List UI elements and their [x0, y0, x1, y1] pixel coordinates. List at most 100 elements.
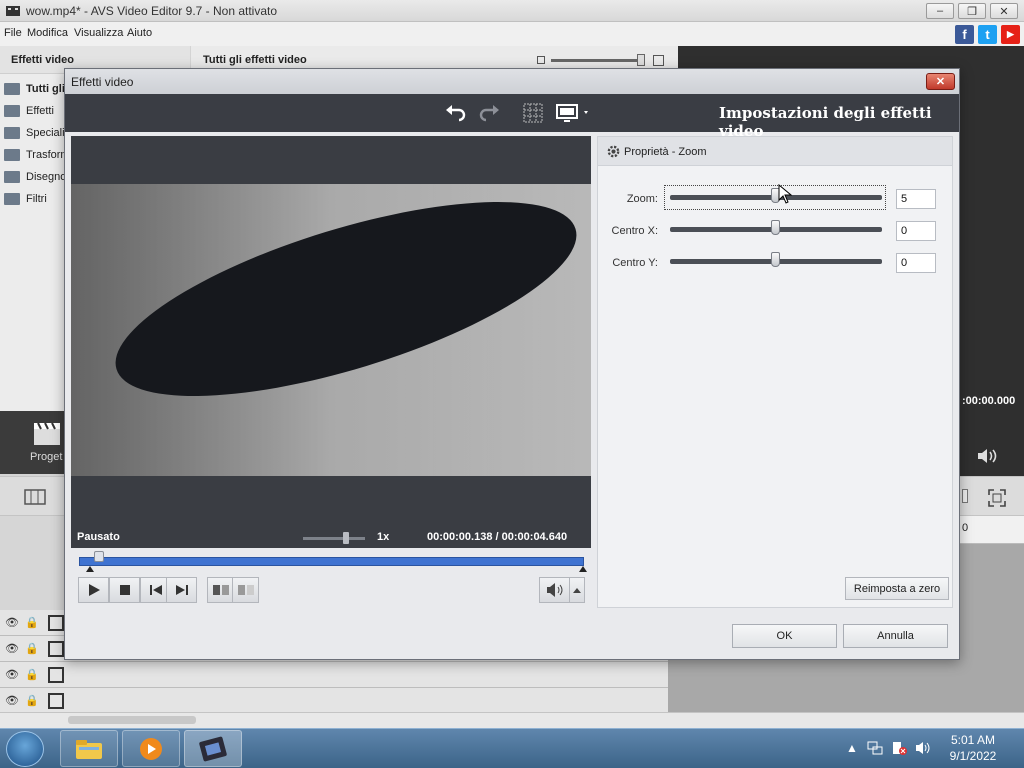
seek-handle[interactable]	[94, 551, 105, 562]
dialog-titlebar: Effetti video ✕	[65, 69, 959, 94]
menubar: File Modifica Visualizza Aiuto	[0, 22, 1024, 46]
folder-icon	[4, 171, 20, 183]
film-icon	[199, 736, 227, 761]
timeline-zoom-handle[interactable]	[962, 489, 968, 503]
taskbar-clock[interactable]: 5:01 AM 9/1/2022	[938, 732, 1008, 764]
stop-button[interactable]	[109, 577, 140, 603]
large-thumb-icon[interactable]	[653, 55, 664, 66]
reset-button[interactable]: Reimposta a zero	[845, 577, 949, 600]
center-y-value-input[interactable]: 0	[896, 253, 936, 273]
grid-icon[interactable]	[522, 102, 544, 124]
eye-icon[interactable]: 👁	[5, 616, 19, 629]
taskbar-video-editor[interactable]	[184, 730, 242, 767]
lock-icon[interactable]: 🔒	[25, 694, 39, 707]
eye-icon[interactable]: 👁	[5, 694, 19, 707]
clapperboard-icon[interactable]	[32, 419, 62, 447]
action-center-icon[interactable]	[890, 740, 908, 756]
folder-icon	[76, 739, 102, 759]
center-x-slider-handle[interactable]	[771, 220, 780, 235]
redo-icon[interactable]	[478, 102, 500, 124]
folder-icon	[4, 193, 20, 205]
zoom-value-input[interactable]: 5	[896, 189, 936, 209]
preview-frame	[71, 184, 591, 476]
category-drawing[interactable]: Disegno	[4, 167, 66, 187]
fit-timeline-icon[interactable]	[988, 489, 1006, 507]
folder-icon	[4, 127, 20, 139]
playback-time: 00:00:00.138 / 00:00:04.640	[427, 531, 567, 543]
eye-icon[interactable]: 👁	[5, 668, 19, 681]
dialog-close-button[interactable]: ✕	[926, 73, 955, 90]
properties-panel: Proprietà - Zoom Zoom: 5 Centro X: 0 Cen…	[597, 136, 953, 608]
split-view-button[interactable]	[207, 577, 234, 603]
speed-slider-handle[interactable]	[343, 532, 349, 544]
menu-file[interactable]: File	[4, 27, 22, 39]
video-effects-dialog: Effetti video ✕ Impostazioni degli effet…	[64, 68, 960, 660]
volume-button[interactable]	[539, 577, 570, 603]
tray-expand-icon[interactable]: ▲	[846, 741, 858, 755]
folder-icon	[4, 149, 20, 161]
twitter-icon[interactable]: t	[978, 25, 997, 44]
effect-track-icon	[48, 667, 64, 683]
menu-help[interactable]: Aiuto	[127, 27, 152, 39]
end-marker-icon[interactable]	[579, 566, 587, 572]
effects-list-title: Tutti gli effetti video	[203, 54, 307, 66]
timeline-scroll-thumb[interactable]	[68, 716, 196, 724]
preview-image	[71, 184, 591, 476]
properties-title: Proprietà - Zoom	[624, 146, 707, 158]
undo-icon[interactable]	[445, 102, 467, 124]
track-row[interactable]: 👁 🔒	[0, 688, 668, 714]
category-effects[interactable]: Effetti	[4, 101, 54, 121]
volume-expand-button[interactable]	[569, 577, 585, 603]
start-marker-icon[interactable]	[86, 566, 94, 572]
minimize-button[interactable]: –	[926, 3, 954, 19]
triangle-up-icon	[573, 588, 581, 593]
gear-icon	[607, 145, 620, 158]
single-view-icon	[237, 585, 254, 595]
lock-icon[interactable]: 🔒	[25, 642, 39, 655]
center-x-value-input[interactable]: 0	[896, 221, 936, 241]
center-y-slider-handle[interactable]	[771, 252, 780, 267]
seek-bar[interactable]	[79, 557, 584, 566]
cancel-button[interactable]: Annulla	[843, 624, 948, 648]
eye-icon[interactable]: 👁	[5, 642, 19, 655]
single-view-button[interactable]	[232, 577, 259, 603]
play-button[interactable]	[78, 577, 109, 603]
maximize-button[interactable]: ❐	[958, 3, 986, 19]
lock-icon[interactable]: 🔒	[25, 668, 39, 681]
speed-slider[interactable]	[303, 537, 365, 540]
menu-edit[interactable]: Modifica	[27, 27, 68, 39]
play-icon	[88, 584, 100, 596]
menu-view[interactable]: Visualizza	[74, 27, 123, 39]
facebook-icon[interactable]: f	[955, 25, 974, 44]
speaker-icon[interactable]	[914, 740, 932, 756]
skip-forward-icon	[175, 585, 188, 595]
category-special[interactable]: Speciali	[4, 123, 65, 143]
split-view-icon	[212, 585, 229, 595]
taskbar-media-player[interactable]	[122, 730, 180, 767]
mouse-cursor-icon	[778, 184, 792, 204]
dialog-heading: Impostazioni degli effetti video	[719, 104, 932, 140]
display-mode-icon[interactable]	[556, 102, 592, 124]
thumb-size-handle[interactable]	[637, 54, 645, 66]
next-frame-button[interactable]	[166, 577, 197, 603]
taskbar-explorer[interactable]	[60, 730, 118, 767]
properties-header: Proprietà - Zoom	[598, 137, 952, 166]
small-thumb-icon[interactable]	[537, 56, 545, 64]
current-time: 00:00:00.138	[427, 531, 493, 543]
youtube-icon[interactable]: ▶	[1001, 25, 1020, 44]
volume-icon[interactable]	[975, 446, 999, 466]
dialog-header: Impostazioni degli effetti video	[65, 94, 959, 140]
thumb-size-slider[interactable]	[551, 59, 643, 62]
close-button[interactable]: ✕	[990, 3, 1018, 19]
category-filters[interactable]: Filtri	[4, 189, 47, 209]
ok-button[interactable]: OK	[732, 624, 837, 648]
project-label[interactable]: Proget	[30, 451, 62, 463]
storyboard-icon[interactable]	[24, 488, 46, 506]
network-icon[interactable]	[866, 740, 884, 756]
lock-icon[interactable]: 🔒	[25, 616, 39, 629]
start-button[interactable]	[6, 731, 44, 767]
project-strip	[0, 411, 64, 474]
playback-status: Pausato	[77, 531, 120, 543]
window-title: wow.mp4* - AVS Video Editor 9.7 - Non at…	[26, 4, 278, 18]
track-row[interactable]: 👁 🔒	[0, 662, 668, 688]
